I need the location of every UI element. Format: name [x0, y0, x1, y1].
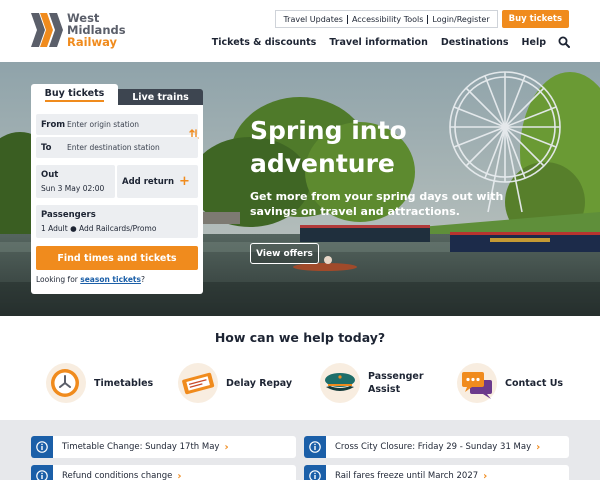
- outbound-datetime[interactable]: Out Sun 3 May 02:00: [36, 165, 115, 198]
- nav-tickets-discounts[interactable]: Tickets & discounts: [212, 37, 317, 48]
- from-label: From: [41, 119, 66, 130]
- chevron-right-icon: ›: [483, 470, 488, 480]
- chevron-right-icon: ›: [536, 441, 541, 453]
- info-icon: [31, 436, 53, 458]
- journey-planner: Buy tickets Live trains From Enter origi…: [31, 84, 203, 294]
- season-suffix: ?: [140, 275, 145, 284]
- planner-form: From Enter origin station To Enter desti…: [31, 105, 203, 294]
- destination-station-field[interactable]: To Enter destination station: [36, 137, 198, 158]
- utility-links: Travel Updates Accessibility Tools Login…: [275, 10, 498, 28]
- tab-buy-tickets[interactable]: Buy tickets: [31, 84, 118, 105]
- hero-title: Spring into adventure: [250, 114, 550, 180]
- season-tickets-prompt: Looking for season tickets?: [36, 275, 145, 284]
- notice-text: Rail fares freeze until March 2027: [335, 471, 479, 480]
- passengers-label: Passengers: [41, 210, 96, 220]
- out-value: Sun 3 May 02:00: [41, 184, 105, 193]
- service-notices: Timetable Change: Sunday 17th May › Cros…: [0, 420, 600, 480]
- info-icon: [304, 436, 326, 458]
- main-nav: Tickets & discounts Travel information D…: [199, 35, 570, 49]
- info-icon: [31, 465, 53, 480]
- logo-wordmark: West Midlands Railway: [67, 12, 126, 48]
- add-return-label: Add return: [122, 176, 175, 187]
- hero-subtitle: Get more from your spring days out with …: [250, 190, 504, 218]
- add-return-button[interactable]: Add return +: [117, 165, 198, 198]
- travel-updates-link[interactable]: Travel Updates: [279, 15, 346, 24]
- ticket-icon: [178, 363, 218, 403]
- view-offers-button[interactable]: View offers: [250, 243, 319, 264]
- find-times-button[interactable]: Find times and tickets: [36, 246, 198, 270]
- notice-cross-city-closure[interactable]: Cross City Closure: Friday 29 - Sunday 3…: [304, 436, 569, 458]
- logo-diamonds-icon: [31, 13, 63, 47]
- hero-title-line-1: Spring into: [250, 116, 407, 145]
- nav-travel-information[interactable]: Travel information: [329, 37, 428, 48]
- utility-nav: Travel Updates Accessibility Tools Login…: [275, 10, 569, 28]
- search-icon[interactable]: [558, 36, 570, 48]
- nav-help[interactable]: Help: [522, 37, 546, 48]
- help-contact-us[interactable]: Contact Us: [457, 363, 563, 403]
- origin-station-field[interactable]: From Enter origin station: [36, 114, 198, 135]
- season-tickets-link[interactable]: season tickets: [80, 275, 141, 284]
- bullet-separator: ●: [70, 224, 80, 233]
- hero-title-line-2: adventure: [250, 149, 395, 178]
- notice-text: Timetable Change: Sunday 17th May: [62, 442, 220, 452]
- guard-cap-icon: [320, 363, 360, 403]
- notice-fares-freeze[interactable]: Rail fares freeze until March 2027 ›: [304, 465, 569, 480]
- help-timetables[interactable]: Timetables: [46, 363, 153, 403]
- accessibility-tools-link[interactable]: Accessibility Tools: [348, 15, 427, 24]
- buy-tickets-header-button[interactable]: Buy tickets: [501, 10, 569, 28]
- help-delay-repay[interactable]: Delay Repay: [178, 363, 292, 403]
- tab-buy-tickets-label: Buy tickets: [44, 88, 105, 102]
- tab-live-trains[interactable]: Live trains: [118, 89, 203, 105]
- notice-timetable-change[interactable]: Timetable Change: Sunday 17th May ›: [31, 436, 296, 458]
- passengers-selector[interactable]: Passengers 1 Adult ● Add Railcards/Promo: [36, 205, 198, 238]
- passengers-summary: 1 Adult ● Add Railcards/Promo: [41, 224, 193, 233]
- plus-icon: +: [179, 174, 190, 189]
- planner-tabs: Buy tickets Live trains: [31, 84, 203, 105]
- passenger-assist-line-1: Passenger: [368, 371, 424, 382]
- notice-text: Refund conditions change: [62, 471, 173, 480]
- passengers-value: 1 Adult: [41, 224, 68, 233]
- delay-repay-label: Delay Repay: [226, 377, 293, 389]
- passenger-assist-label: Passenger Assist: [368, 370, 424, 396]
- out-label: Out: [41, 170, 59, 180]
- nav-destinations[interactable]: Destinations: [441, 37, 509, 48]
- to-label: To: [41, 142, 52, 153]
- origin-station-input[interactable]: Enter origin station: [67, 120, 139, 129]
- notice-text: Cross City Closure: Friday 29 - Sunday 3…: [335, 442, 532, 452]
- timetables-label: Timetables: [94, 377, 154, 389]
- destination-station-input[interactable]: Enter destination station: [67, 143, 160, 152]
- railcards-promo: Add Railcards/Promo: [79, 224, 157, 233]
- brand-logo[interactable]: West Midlands Railway: [31, 12, 126, 48]
- passenger-assist-line-2: Assist: [368, 384, 401, 395]
- logo-line-3: Railway: [67, 35, 118, 49]
- chevron-right-icon: ›: [177, 470, 182, 480]
- contact-us-label: Contact Us: [505, 377, 564, 389]
- season-prefix: Looking for: [36, 275, 81, 284]
- login-register-link[interactable]: Login/Register: [428, 15, 493, 24]
- clock-icon: [46, 363, 86, 403]
- chat-bubble-icon: [457, 363, 497, 403]
- help-passenger-assist[interactable]: Passenger Assist: [320, 363, 424, 403]
- chevron-right-icon: ›: [224, 441, 229, 453]
- help-heading: How can we help today?: [214, 330, 386, 345]
- info-icon: [304, 465, 326, 480]
- notice-refund-conditions[interactable]: Refund conditions change ›: [31, 465, 296, 480]
- site-header: West Midlands Railway Travel Updates Acc…: [0, 0, 600, 62]
